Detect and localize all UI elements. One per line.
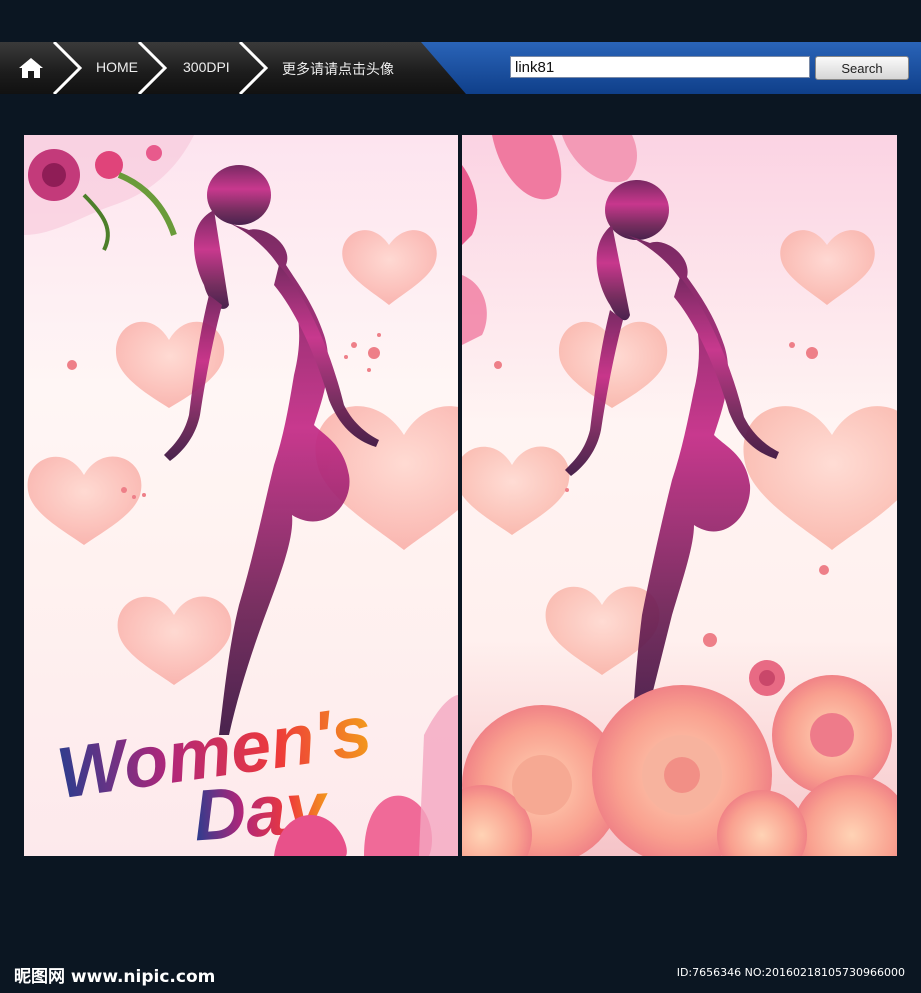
poster-left[interactable]: Women's Day [24,135,458,856]
poster-right[interactable] [462,135,897,856]
home-button[interactable] [12,52,50,84]
site-logo[interactable]: 昵图网 www.nipic.com [14,962,215,987]
breadcrumb-more[interactable]: 更多请请点击头像 [282,59,394,79]
image-id-text: ID:7656346 NO:20160218105730966000 [676,966,905,979]
breadcrumb-300dpi[interactable]: 300DPI [183,59,230,75]
home-icon [19,58,43,78]
breadcrumb-separator-icon [137,42,167,94]
search-input[interactable] [510,56,810,78]
search-button[interactable]: Search [815,56,909,80]
breadcrumb-separator-icon [238,42,268,94]
breadcrumb-separator-icon [52,42,82,94]
rose-decoration [462,660,897,856]
breadcrumb-home[interactable]: HOME [96,59,138,75]
flower-decoration [24,135,194,251]
